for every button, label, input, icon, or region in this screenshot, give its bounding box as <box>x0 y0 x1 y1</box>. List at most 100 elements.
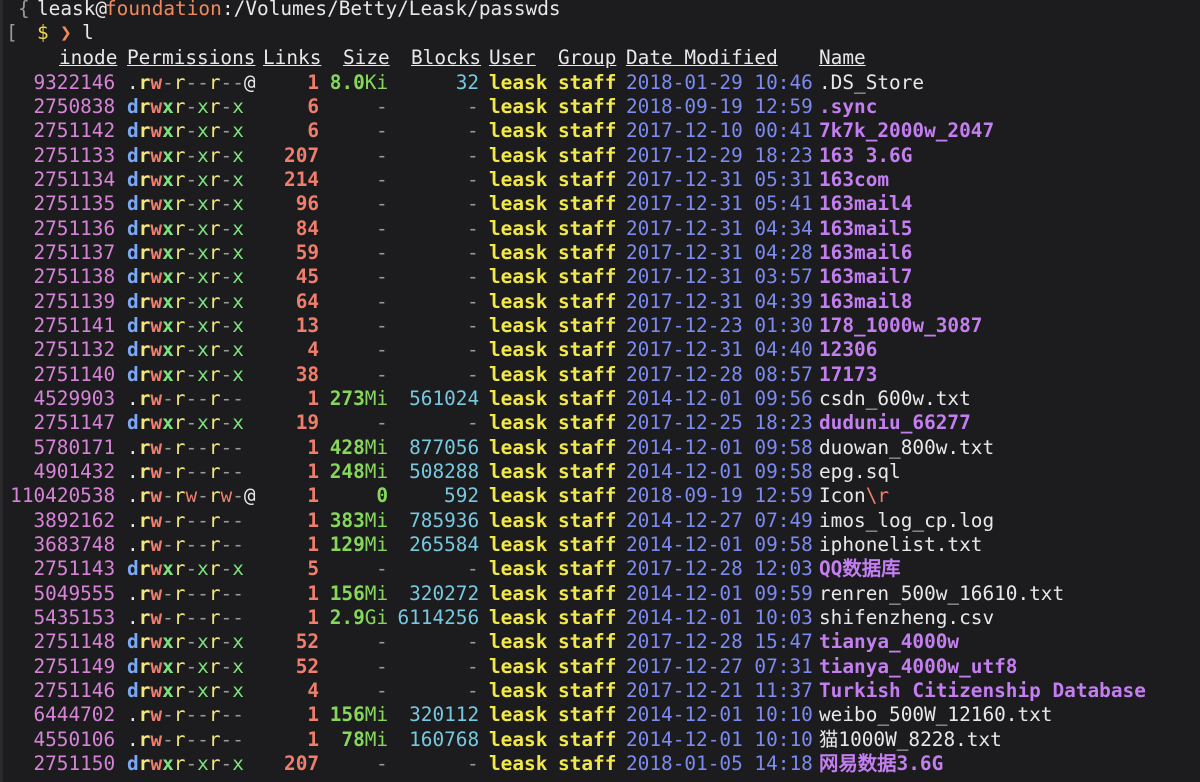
file-name[interactable]: iphonelist.txt <box>819 533 982 557</box>
user-cell: leask <box>489 265 548 289</box>
size-cell: - <box>376 167 388 191</box>
date-cell: 2017-12-10 00:41 <box>626 119 813 143</box>
directory-name[interactable]: 163mail4 <box>819 192 912 216</box>
group-cell: staff <box>558 654 617 678</box>
permissions-cell: drwxr-xr-x <box>127 338 244 362</box>
command-line: [ $ ❯ l <box>0 21 94 45</box>
directory-name[interactable]: 163com <box>819 168 889 192</box>
blocks-cell: - <box>467 240 479 264</box>
inode-cell: 2751147 <box>33 411 116 435</box>
group-cell: staff <box>558 119 617 143</box>
date-cell: 2017-12-31 04:34 <box>626 216 813 240</box>
terminal-window[interactable]: { leask@ foundation :/Volumes/Betty/Leas… <box>0 0 1200 782</box>
directory-name[interactable]: duduniu_66277 <box>819 411 971 435</box>
links-cell: 84 <box>295 216 320 240</box>
size-cell: - <box>376 94 388 118</box>
permissions-cell: .rw-r--r-- <box>127 386 244 410</box>
blocks-cell: - <box>467 557 479 581</box>
date-cell: 2017-12-31 04:39 <box>626 289 813 313</box>
user-cell: leask <box>489 411 548 435</box>
directory-name[interactable]: 163mail7 <box>819 265 912 289</box>
group-cell: staff <box>558 216 617 240</box>
links-cell: 4 <box>307 679 320 702</box>
directory-name[interactable]: 17173 <box>819 363 877 387</box>
group-cell: staff <box>558 362 617 386</box>
directory-name[interactable]: 7k7k_2000w_2047 <box>819 119 994 143</box>
file-name[interactable]: Icon\r <box>819 484 889 508</box>
user-cell: leask <box>489 557 548 581</box>
size-cell: - <box>376 679 388 702</box>
user-cell: leask <box>489 727 548 751</box>
file-name[interactable]: .DS_Store <box>819 71 924 95</box>
size-cell: 248Mi <box>329 459 389 483</box>
file-name[interactable]: csdn_600w.txt <box>819 387 971 411</box>
inode-cell: 6444702 <box>33 703 116 727</box>
user-cell: leask <box>489 143 548 167</box>
group-cell: staff <box>558 532 617 556</box>
inode-cell: 2751142 <box>33 119 116 143</box>
date-cell: 2017-12-28 15:47 <box>626 630 813 654</box>
links-cell: 1 <box>307 70 320 94</box>
user-cell: leask <box>489 703 548 727</box>
group-cell: staff <box>558 313 617 337</box>
date-cell: 2014-12-01 09:58 <box>626 459 813 483</box>
blocks-cell: - <box>467 630 479 654</box>
date-cell: 2014-12-01 09:59 <box>626 581 813 605</box>
directory-name[interactable]: 178_1000w_3087 <box>819 314 982 338</box>
user-cell: leask <box>489 459 548 483</box>
links-cell: 1 <box>307 703 320 727</box>
permissions-cell: drwxr-xr-x <box>127 679 244 702</box>
header-user: User <box>489 46 536 69</box>
size-cell: - <box>376 216 388 240</box>
file-name[interactable]: epg.sql <box>819 460 901 484</box>
links-cell: 1 <box>307 508 320 532</box>
directory-name[interactable]: tianya_4000w <box>819 630 959 654</box>
links-cell: 19 <box>295 411 320 435</box>
group-cell: staff <box>558 167 617 191</box>
table-header: inode Permissions Links Size Blocks User… <box>0 46 866 70</box>
directory-name[interactable]: 163mail8 <box>819 290 912 314</box>
prompt-dollar: $ <box>37 21 49 44</box>
group-cell: staff <box>558 192 617 216</box>
file-name[interactable]: shifenzheng.csv <box>819 606 994 630</box>
group-cell: staff <box>558 484 617 508</box>
directory-name[interactable]: .sync <box>819 95 877 119</box>
file-name[interactable]: weibo_500W_12160.txt <box>819 703 1052 727</box>
permissions-cell: drwxr-xr-x <box>127 240 244 264</box>
user-cell: leask <box>489 532 548 556</box>
file-name[interactable]: 猫1000W_8228.txt <box>819 728 1002 752</box>
date-cell: 2017-12-31 04:40 <box>626 338 813 362</box>
file-name[interactable]: duowan_800w.txt <box>819 436 994 460</box>
blocks-cell: 508288 <box>409 459 480 483</box>
size-cell: - <box>376 240 388 264</box>
size-cell: 0 <box>376 484 389 508</box>
directory-name[interactable]: 163mail6 <box>819 241 912 265</box>
size-cell: - <box>376 313 388 337</box>
blocks-cell: - <box>467 265 479 289</box>
group-cell: staff <box>558 508 617 532</box>
directory-name[interactable]: QQ数据库 <box>819 557 901 581</box>
directory-name[interactable]: 网易数据3.6G <box>819 752 943 776</box>
blocks-cell: - <box>467 289 479 313</box>
file-name[interactable]: imos_log_cp.log <box>819 509 994 533</box>
directory-name[interactable]: 163 3.6G <box>819 144 912 168</box>
size-cell: - <box>376 362 388 386</box>
date-cell: 2014-12-01 10:10 <box>626 703 813 727</box>
permissions-cell: .rw-r--r-- <box>127 703 244 727</box>
links-cell: 59 <box>295 240 320 264</box>
file-name[interactable]: renren_500w_16610.txt <box>819 582 1064 606</box>
links-cell: 45 <box>295 265 320 289</box>
directory-name[interactable]: 12306 <box>819 338 877 362</box>
user-cell: leask <box>489 605 548 629</box>
user-cell: leask <box>489 70 548 94</box>
size-cell: - <box>376 654 388 678</box>
directory-name[interactable]: 163mail5 <box>819 217 912 241</box>
date-cell: 2014-12-01 10:03 <box>626 605 813 629</box>
size-cell: 273Mi <box>329 386 389 410</box>
directory-name[interactable]: tianya_4000w_utf8 <box>819 655 1017 679</box>
date-cell: 2017-12-23 01:30 <box>626 313 813 337</box>
links-cell: 1 <box>307 459 320 483</box>
user-cell: leask <box>489 313 548 337</box>
links-cell: 96 <box>295 192 320 216</box>
directory-name[interactable]: Turkish Citizenship Database <box>819 679 1146 703</box>
